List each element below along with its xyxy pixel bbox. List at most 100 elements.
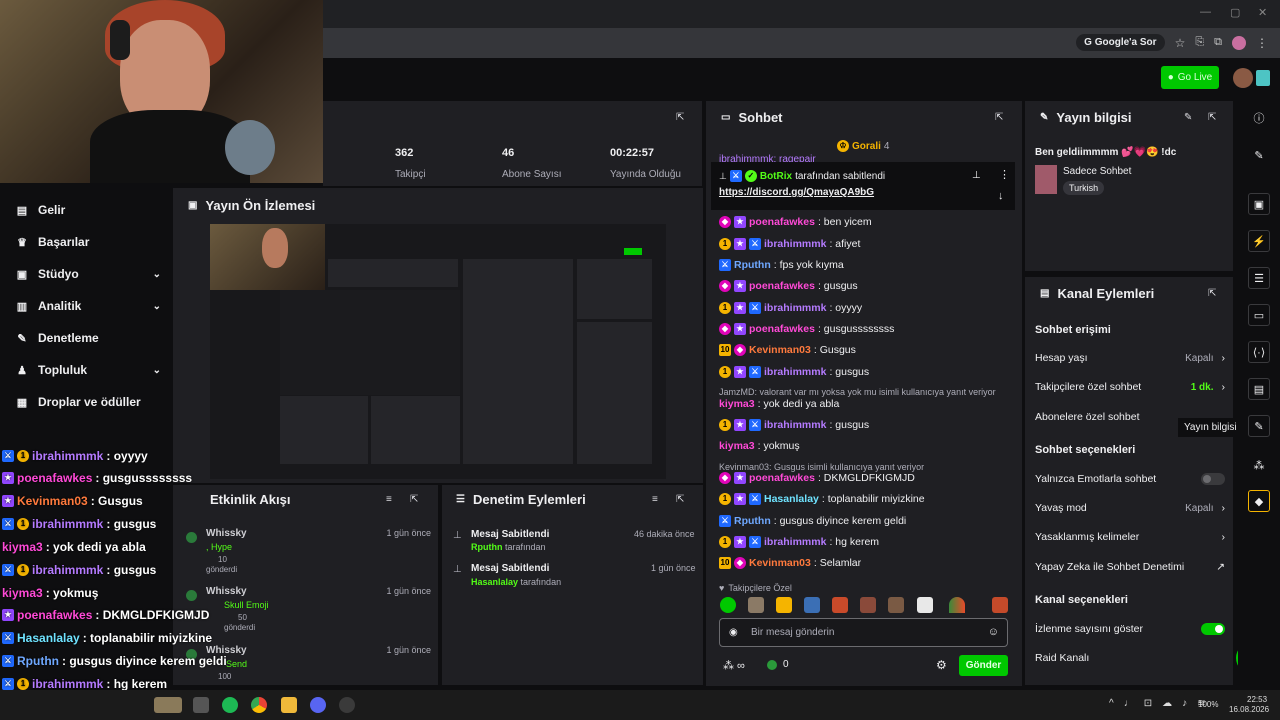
show-viewers-toggle[interactable]	[1201, 623, 1225, 635]
chat-message[interactable]: ◆ ★ poenafawkes: gusgus	[719, 280, 858, 292]
emote-robot[interactable]	[992, 597, 1008, 613]
chat-message[interactable]: ⚔ Rputhn: gusgus diyince kerem geldi	[719, 515, 906, 527]
obs-icon[interactable]	[339, 697, 355, 713]
go-live-button[interactable]: ● Go Live	[1161, 66, 1219, 89]
emote-paper[interactable]	[917, 597, 933, 613]
followers-chat-row[interactable]: Takipçilere özel sohbet 1 dk. ›	[1035, 381, 1225, 393]
chat-username[interactable]: ibrahimmmk	[764, 536, 826, 548]
taskbar-weather-icon[interactable]	[154, 697, 182, 713]
chat-username[interactable]: ibrahimmmk	[764, 238, 826, 250]
chat-settings-icon[interactable]: ⚙	[936, 658, 947, 672]
sidebar-item-droplar[interactable]: ▦ Droplar ve ödüller	[16, 395, 161, 409]
bookmark-star-icon[interactable]: ☆	[1175, 36, 1186, 50]
popout-icon[interactable]: ⇱	[676, 494, 684, 505]
discord-icon[interactable]	[310, 697, 326, 713]
code-icon[interactable]: ⟨·⟩	[1248, 341, 1270, 363]
top-gifter[interactable]: ♔ Gorali 4	[837, 140, 889, 152]
emote-only-toggle[interactable]	[1201, 473, 1225, 485]
emote-hands[interactable]	[888, 597, 904, 613]
sidebar-item-denetleme[interactable]: ✎ Denetleme	[16, 331, 161, 345]
sidebar-item-topluluk[interactable]: ♟ Topluluk ⌄	[16, 363, 161, 377]
emoji-icon[interactable]: ☺	[988, 626, 999, 638]
chat-message[interactable]: 10 ◆ Kevinman03: Gusgus	[719, 344, 856, 356]
chat-message[interactable]: 1 ★ ⚔ ibrahimmmk: oyyyy	[719, 302, 862, 314]
account-age-row[interactable]: Hesap yaşı Kapalı ›	[1035, 352, 1225, 364]
chat-username[interactable]: Hasanlalay	[764, 493, 819, 505]
folder-icon[interactable]	[281, 697, 297, 713]
chat-toggle-icon[interactable]: ▭	[1248, 304, 1270, 326]
popout-icon[interactable]: ⇱	[1208, 288, 1216, 299]
chat-input[interactable]: ◉ Bir mesaj gönderin ☺	[719, 618, 1008, 647]
infinity-icon[interactable]: ⁂ ∞	[723, 659, 745, 672]
show-viewers-row[interactable]: İzlenme sayısını göster	[1035, 623, 1225, 635]
list-icon[interactable]: ☰	[1248, 267, 1270, 289]
cloud-icon[interactable]: ☁	[1162, 698, 1172, 709]
send-button[interactable]: Gönder	[959, 655, 1008, 676]
browser-menu-icon[interactable]: ⋮	[1256, 36, 1268, 50]
pinned-link[interactable]: https://discord.gg/QmayaQA9bG	[719, 187, 874, 198]
popout-icon[interactable]: ⇱	[676, 112, 684, 123]
volume-icon[interactable]: ♪	[1182, 698, 1187, 709]
language-tag[interactable]: Turkish	[1063, 181, 1105, 195]
chat-username[interactable]: poenafawkes	[749, 280, 815, 292]
popout-icon[interactable]: ⇱	[995, 112, 1003, 123]
filter-icon[interactable]: ≡	[386, 494, 392, 505]
channel-toggle-icon[interactable]: ▤	[1248, 378, 1270, 400]
chat-username[interactable]: ibrahimmmk	[764, 302, 826, 314]
chat-message[interactable]: ◆ ★ poenafawkes: gusgussssssss	[719, 323, 894, 335]
minimize-icon[interactable]: —	[1200, 6, 1211, 18]
sidebar-item-analitik[interactable]: ▥ Analitik ⌄	[16, 299, 161, 313]
profile-badge-icon[interactable]	[1256, 70, 1270, 86]
popout-icon[interactable]: ⇱	[1208, 112, 1216, 123]
chat-username[interactable]: Kevinman03	[749, 557, 811, 569]
edit-icon[interactable]: ✎	[1184, 112, 1192, 123]
pencil-icon[interactable]: ✎	[1250, 146, 1268, 164]
emote-face[interactable]	[748, 597, 764, 613]
slow-mode-row[interactable]: Yavaş mod Kapalı ›	[1035, 502, 1225, 514]
google-sor-button[interactable]: G Google'a Sor	[1076, 34, 1165, 51]
preview-toggle-icon[interactable]: ▣	[1248, 193, 1270, 215]
wrench-toggle-icon[interactable]: ✎	[1248, 415, 1270, 437]
chat-username[interactable]: Rputhn	[734, 259, 771, 271]
chat-message[interactable]: ⚔ Rputhn: fps yok kıyma	[719, 259, 844, 271]
profile-avatar[interactable]	[1232, 35, 1246, 50]
chat-message[interactable]: ◆ ★ poenafawkes: DKMGLDFKIGMJD	[719, 472, 915, 484]
chat-message[interactable]: 1 ★ ⚔ ibrahimmmk: hg kerem	[719, 536, 879, 548]
extensions-icon[interactable]: ⧉	[1214, 36, 1222, 49]
chat-username[interactable]: Rputhn	[734, 515, 771, 527]
chrome-icon[interactable]	[251, 697, 267, 713]
taskbar-files-icon[interactable]	[193, 697, 209, 713]
chat-message[interactable]: 10 ◆ Kevinman03: Selamlar	[719, 557, 861, 569]
sidebar-item-gelir[interactable]: ▤ Gelir	[16, 203, 161, 217]
emote-crown[interactable]	[776, 597, 792, 613]
emote-monkey[interactable]	[860, 597, 876, 613]
chat-message[interactable]: 1 ★ ⚔ ibrahimmmk: gusgus	[719, 419, 869, 431]
raid-row[interactable]: Raid Kanalı	[1035, 652, 1225, 664]
clock-date[interactable]: 16.08.2026	[1229, 705, 1269, 714]
chat-username[interactable]: kiyma3	[719, 398, 755, 410]
emote-only-row[interactable]: Yalnızca Emotlarla sohbet	[1035, 473, 1225, 485]
ai-mod-row[interactable]: Yapay Zeka ile Sohbet Denetimi ↗	[1035, 561, 1225, 573]
sidebar-item-studyo[interactable]: ▣ Stüdyo ⌄	[16, 267, 161, 281]
chat-username[interactable]: ibrahimmmk	[764, 419, 826, 431]
mic-icon[interactable]: ♩	[1124, 698, 1134, 709]
emote-kick[interactable]	[720, 597, 736, 613]
sidebar-item-basarilar[interactable]: ♛ Başarılar	[16, 235, 161, 249]
network-icon[interactable]: ⊡	[1144, 698, 1152, 709]
emote-car[interactable]	[804, 597, 820, 613]
chat-username[interactable]: ibrahimmmk	[764, 366, 826, 378]
more-options-icon[interactable]: ⋮	[999, 168, 1010, 181]
chat-message[interactable]: 1 ★ ⚔ Hasanlalay: toplanabilir miyizkine	[719, 493, 925, 505]
popout-icon[interactable]: ⇱	[410, 494, 418, 505]
chat-message[interactable]: kiyma3: yok dedi ya abla	[719, 398, 839, 410]
lightning-icon[interactable]: ⚡	[1248, 230, 1270, 252]
chat-username[interactable]: poenafawkes	[749, 216, 815, 228]
community-toggle-icon[interactable]: ⁂	[1250, 456, 1268, 474]
expand-down-icon[interactable]: ↓	[998, 190, 1004, 202]
clock-time[interactable]: 22:53	[1247, 695, 1267, 704]
emote-gauge[interactable]	[949, 597, 965, 613]
chat-message[interactable]: ◆ ★ poenafawkes: ben yicem	[719, 216, 872, 228]
chat-message[interactable]: kiyma3: yokmuş	[719, 440, 800, 452]
close-window-icon[interactable]: ✕	[1258, 6, 1267, 19]
translate-icon[interactable]: ⎘	[1195, 36, 1204, 49]
